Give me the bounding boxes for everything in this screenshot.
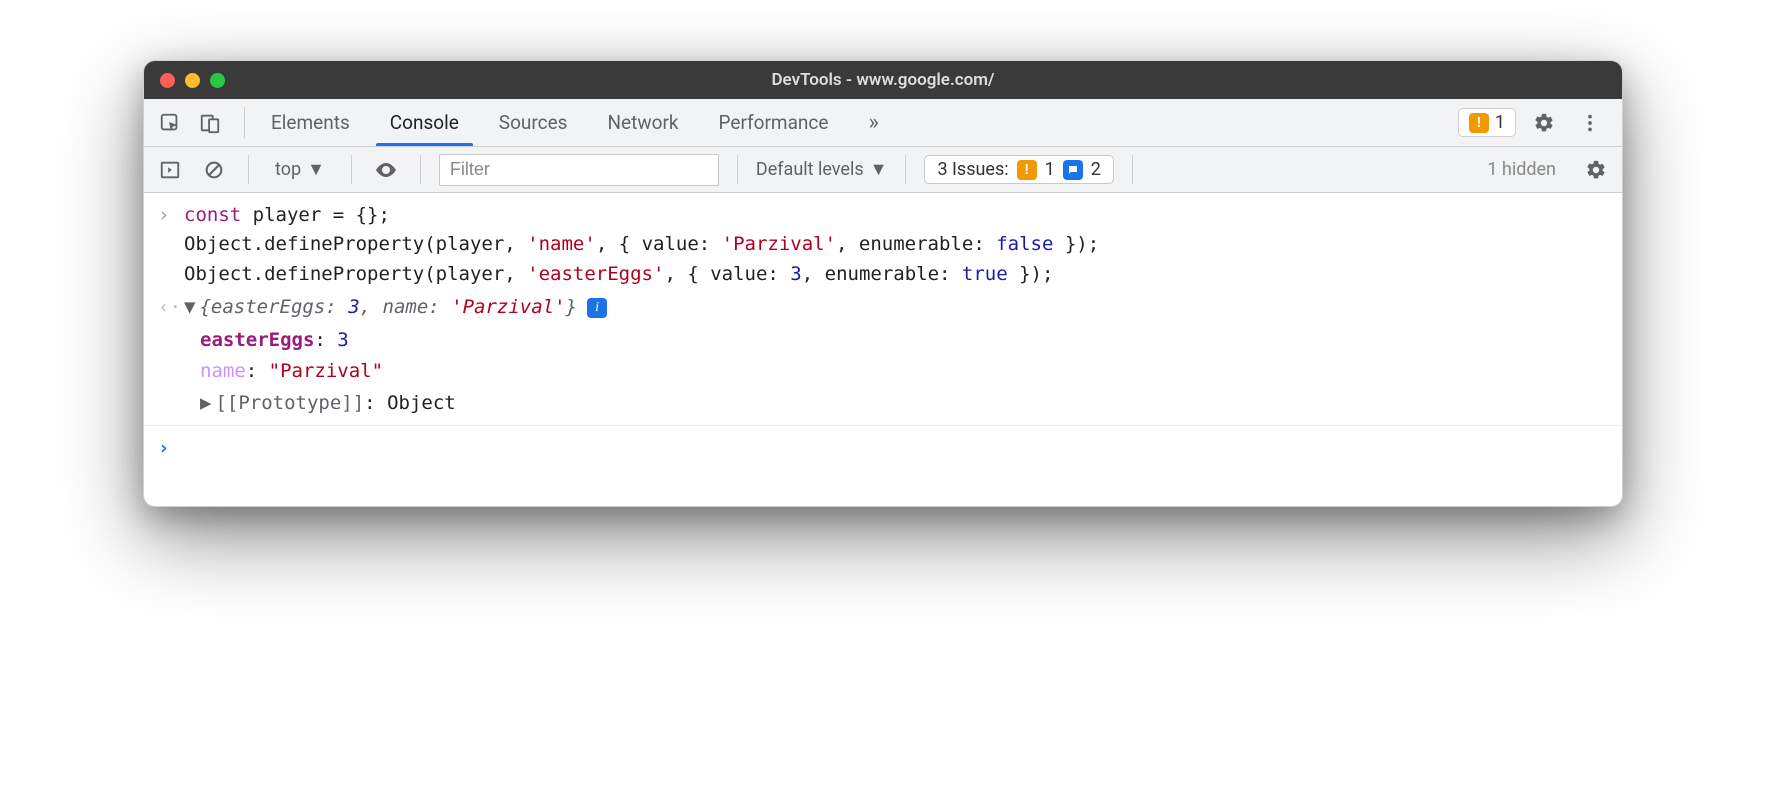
issues-counter[interactable]: 3 Issues: ! 1 2 bbox=[924, 155, 1113, 184]
chevron-down-icon: ▼ bbox=[870, 159, 888, 180]
settings-gear-icon[interactable] bbox=[1526, 105, 1562, 141]
titlebar: DevTools - www.google.com/ bbox=[144, 61, 1622, 99]
expand-toggle-icon[interactable]: ▶ bbox=[200, 392, 211, 414]
console-settings-gear-icon[interactable] bbox=[1580, 154, 1612, 186]
object-summary-text: {easterEggs: 3, name: 'Parzival'} bbox=[199, 293, 577, 322]
console-toolbar: top ▼ Default levels ▼ 3 Issues: ! 1 2 1… bbox=[144, 147, 1622, 193]
tab-network[interactable]: Network bbox=[587, 99, 698, 146]
live-expression-eye-icon[interactable] bbox=[370, 154, 402, 186]
hidden-messages-label: 1 hidden bbox=[1487, 159, 1556, 180]
console-body: › const player = {}; Object.defineProper… bbox=[144, 193, 1622, 506]
object-property-row: easterEggs: 3 bbox=[200, 325, 1622, 356]
console-prompt-row[interactable]: › bbox=[144, 432, 1622, 465]
separator bbox=[1132, 155, 1133, 184]
separator bbox=[737, 155, 738, 184]
input-prompt-icon: › bbox=[158, 434, 184, 463]
warning-icon: ! bbox=[1469, 113, 1489, 133]
toggle-sidebar-icon[interactable] bbox=[154, 154, 186, 186]
chevron-down-icon: ▼ bbox=[307, 159, 325, 180]
prototype-key: [[Prototype]] bbox=[215, 392, 364, 414]
kebab-menu-icon[interactable] bbox=[1572, 105, 1608, 141]
tab-elements[interactable]: Elements bbox=[251, 99, 370, 146]
separator bbox=[244, 107, 245, 138]
main-tabs-row: Elements Console Sources Network Perform… bbox=[144, 99, 1622, 147]
window-controls bbox=[160, 73, 225, 88]
close-window-button[interactable] bbox=[160, 73, 175, 88]
separator bbox=[905, 155, 906, 184]
execution-context-selector[interactable]: top ▼ bbox=[267, 159, 333, 180]
issues-badge-count: 1 bbox=[1495, 112, 1505, 133]
minimize-window-button[interactable] bbox=[185, 73, 200, 88]
tabs-overflow-button[interactable]: » bbox=[848, 99, 898, 146]
object-summary[interactable]: ▼ {easterEggs: 3, name: 'Parzival'} i bbox=[184, 293, 607, 322]
separator bbox=[420, 155, 421, 184]
row-divider bbox=[144, 425, 1622, 426]
issues-info-count: 2 bbox=[1091, 159, 1101, 180]
object-property-row: name: "Parzival" bbox=[200, 356, 1622, 387]
warning-icon: ! bbox=[1017, 160, 1037, 180]
tab-performance[interactable]: Performance bbox=[699, 99, 849, 146]
input-prompt-icon: › bbox=[158, 201, 184, 289]
maximize-window-button[interactable] bbox=[210, 73, 225, 88]
separator bbox=[248, 155, 249, 184]
tab-console[interactable]: Console bbox=[370, 99, 479, 146]
clear-console-icon[interactable] bbox=[198, 154, 230, 186]
collapse-toggle-icon[interactable]: ▼ bbox=[184, 293, 195, 322]
devtools-window: DevTools - www.google.com/ Elements Cons… bbox=[143, 60, 1623, 507]
issues-warn-count: 1 bbox=[1045, 159, 1055, 180]
object-expanded: easterEggs: 3name: "Parzival" bbox=[144, 325, 1622, 388]
prototype-value: Object bbox=[387, 392, 456, 414]
issues-badge-top[interactable]: ! 1 bbox=[1458, 108, 1516, 137]
context-label: top bbox=[275, 159, 301, 180]
info-icon bbox=[1063, 160, 1083, 180]
console-result-row: ‹· ▼ {easterEggs: 3, name: 'Parzival'} i bbox=[144, 291, 1622, 324]
tab-sources[interactable]: Sources bbox=[479, 99, 588, 146]
levels-label: Default levels bbox=[756, 159, 864, 180]
prototype-row[interactable]: ▶[[Prototype]]: Object bbox=[144, 388, 1622, 419]
filter-input[interactable] bbox=[439, 154, 719, 186]
device-toolbar-icon[interactable] bbox=[192, 105, 228, 141]
separator bbox=[351, 155, 352, 184]
issues-label: 3 Issues: bbox=[937, 159, 1008, 180]
inspect-element-icon[interactable] bbox=[152, 105, 188, 141]
panel-tabs: Elements Console Sources Network Perform… bbox=[251, 99, 899, 146]
result-arrow-icon: ‹· bbox=[158, 293, 184, 322]
console-input-code: const player = {}; Object.defineProperty… bbox=[184, 201, 1099, 289]
window-title: DevTools - www.google.com/ bbox=[144, 70, 1622, 90]
object-info-icon[interactable]: i bbox=[587, 298, 607, 318]
console-input-row: › const player = {}; Object.defineProper… bbox=[144, 199, 1622, 291]
log-levels-selector[interactable]: Default levels ▼ bbox=[756, 159, 888, 180]
